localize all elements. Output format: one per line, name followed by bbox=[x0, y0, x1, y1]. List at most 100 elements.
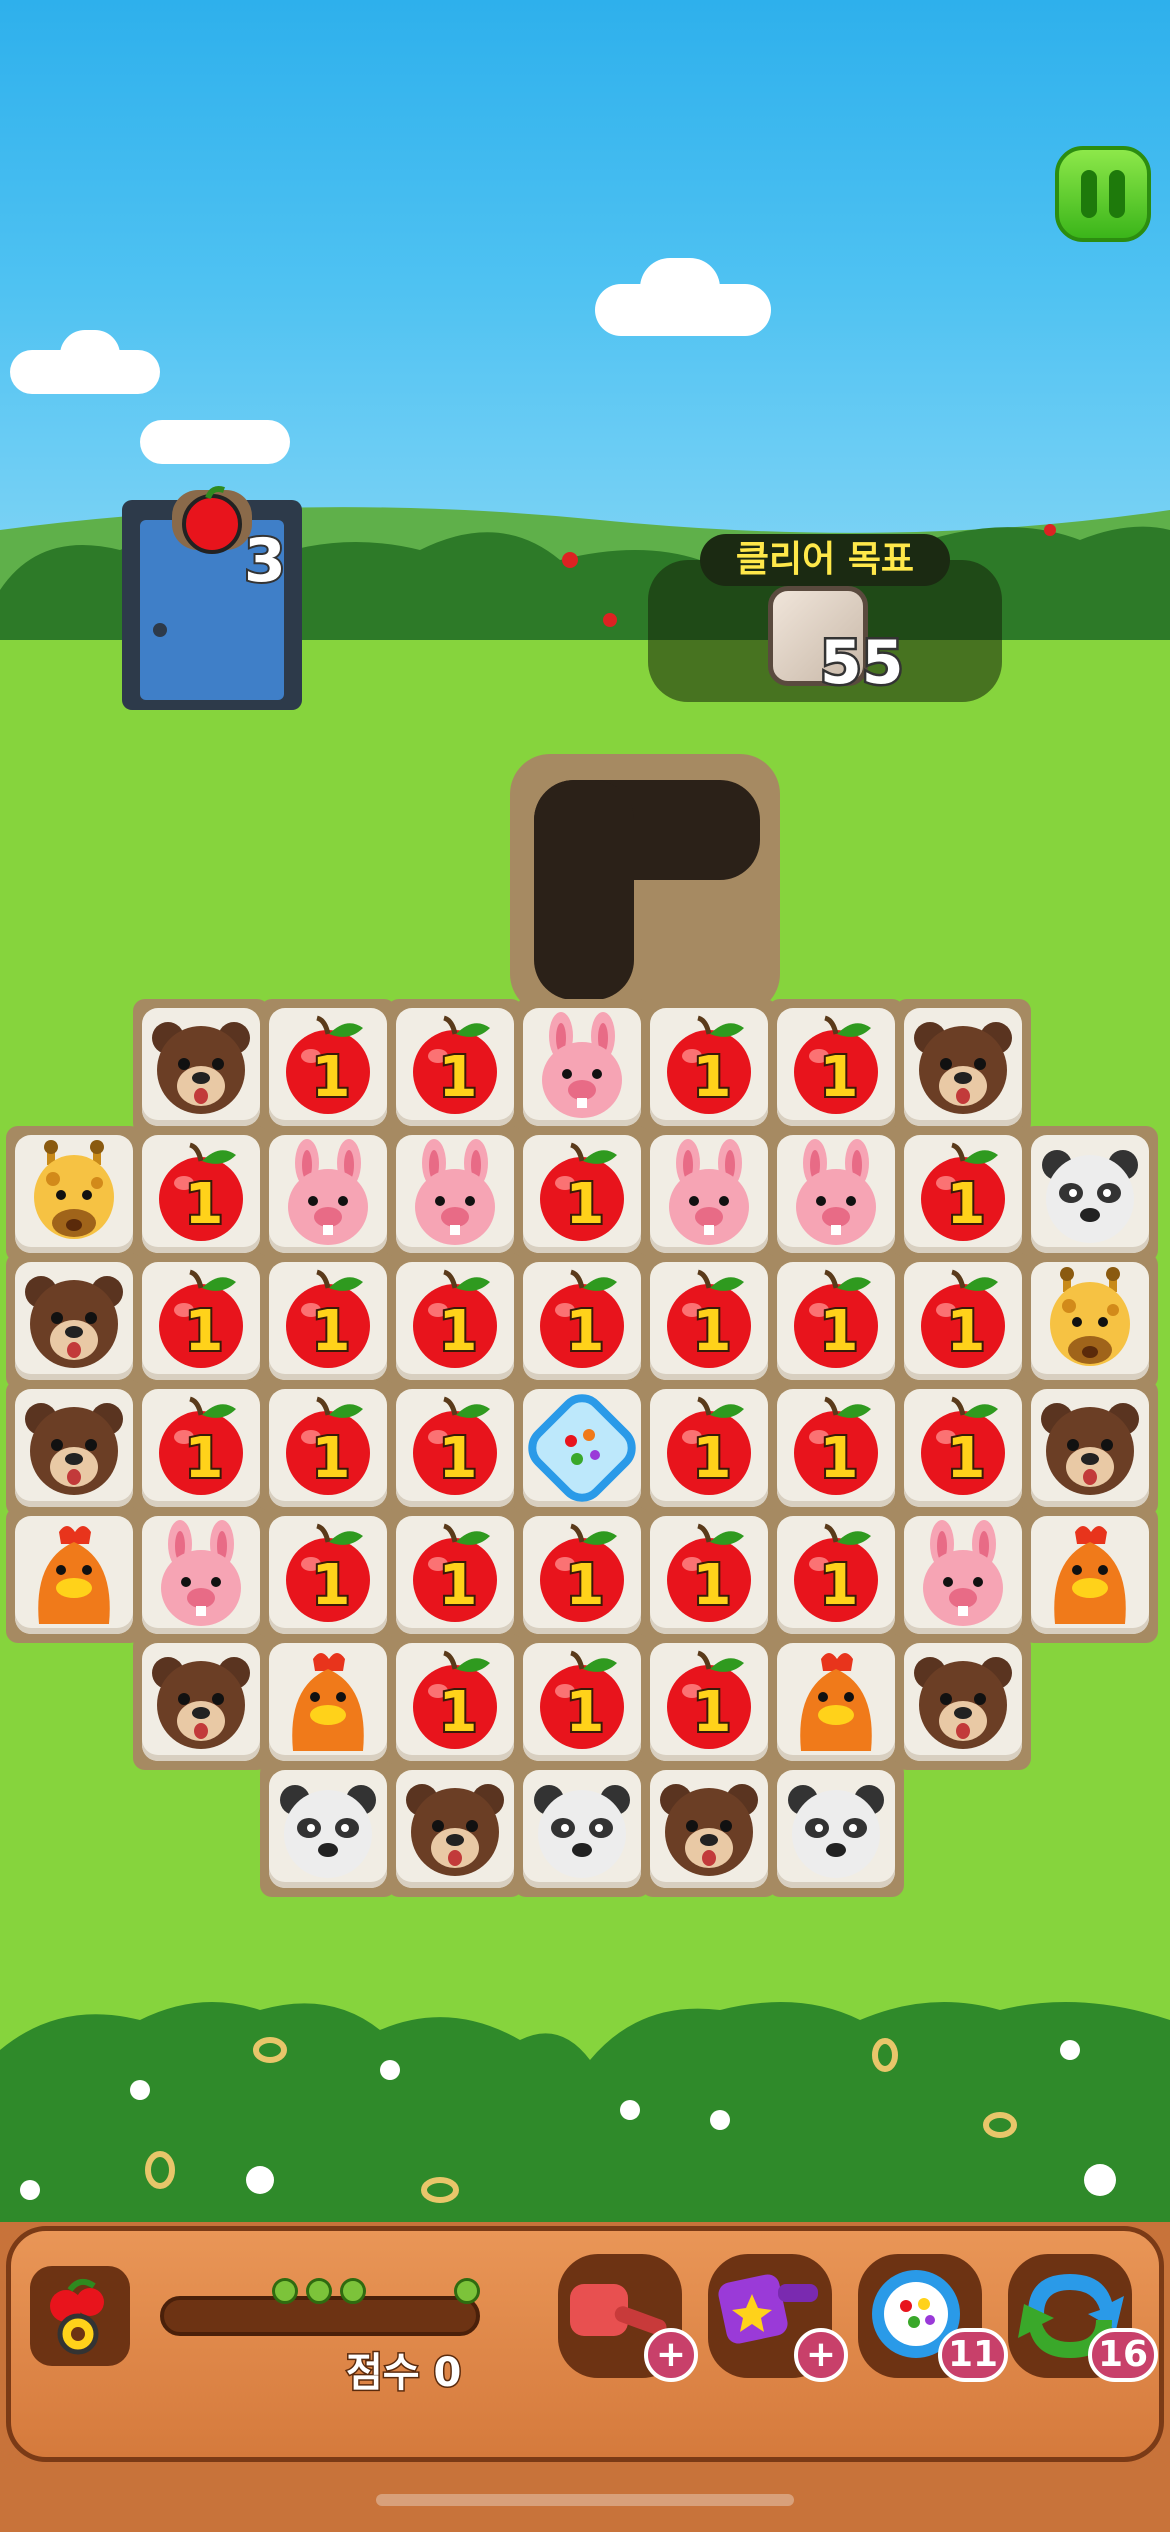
apple-number-label: 1 bbox=[693, 1045, 732, 1110]
panda-tile[interactable] bbox=[777, 1770, 895, 1888]
apple-tile[interactable]: 1 bbox=[650, 1389, 768, 1507]
apple-tile[interactable]: 1 bbox=[142, 1135, 260, 1253]
chicken-icon bbox=[38, 1526, 110, 1624]
apple-tile[interactable]: 1 bbox=[650, 1262, 768, 1380]
magic-hammer-button[interactable]: + bbox=[708, 2254, 848, 2382]
bear-tile[interactable] bbox=[15, 1389, 133, 1507]
apple-tile[interactable]: 1 bbox=[904, 1262, 1022, 1380]
bear-icon bbox=[914, 1657, 1012, 1749]
panda-tile[interactable] bbox=[523, 1770, 641, 1888]
apple-icon: 1 bbox=[794, 1015, 878, 1114]
pause-button[interactable] bbox=[1055, 146, 1151, 242]
apple-number-label: 1 bbox=[185, 1172, 224, 1237]
apple-tile[interactable]: 1 bbox=[777, 1516, 895, 1634]
chicken-tile[interactable] bbox=[777, 1643, 895, 1761]
rabbit-tile[interactable] bbox=[523, 1008, 641, 1126]
apple-tile[interactable]: 1 bbox=[269, 1389, 387, 1507]
panda-icon bbox=[280, 1785, 376, 1878]
apple-icon: 1 bbox=[921, 1142, 1005, 1241]
apple-tile[interactable]: 1 bbox=[142, 1262, 260, 1380]
apple-icon: 1 bbox=[667, 1396, 751, 1495]
apple-icon: 1 bbox=[667, 1523, 751, 1622]
fruit-score-icon bbox=[30, 2266, 130, 2366]
chicken-icon bbox=[292, 1653, 364, 1751]
hammer-button[interactable]: + bbox=[558, 2254, 698, 2382]
bear-tile[interactable] bbox=[904, 1643, 1022, 1761]
apple-tile[interactable]: 1 bbox=[523, 1516, 641, 1634]
apple-tile[interactable]: 1 bbox=[269, 1516, 387, 1634]
panda-tile[interactable] bbox=[1031, 1135, 1149, 1253]
clear-goal-count: 55 bbox=[818, 626, 906, 701]
apple-number-label: 1 bbox=[185, 1299, 224, 1364]
apple-tile[interactable]: 1 bbox=[777, 1008, 895, 1126]
apple-tile[interactable]: 1 bbox=[523, 1643, 641, 1761]
apple-icon: 1 bbox=[794, 1523, 878, 1622]
apple-tile[interactable]: 1 bbox=[523, 1262, 641, 1380]
chicken-tile[interactable] bbox=[15, 1516, 133, 1634]
color-bomb-tile[interactable] bbox=[523, 1389, 641, 1507]
apple-tile[interactable]: 1 bbox=[269, 1262, 387, 1380]
home-indicator bbox=[376, 2494, 794, 2506]
apple-tile[interactable]: 1 bbox=[904, 1135, 1022, 1253]
bear-tile[interactable] bbox=[650, 1770, 768, 1888]
shuffle-button[interactable]: 16 bbox=[1008, 2254, 1159, 2382]
apple-tile[interactable]: 1 bbox=[396, 1389, 514, 1507]
rabbit-icon bbox=[288, 1139, 368, 1245]
bear-icon bbox=[152, 1657, 250, 1749]
chicken-icon bbox=[1054, 1526, 1126, 1624]
rabbit-tile[interactable] bbox=[650, 1135, 768, 1253]
apple-number-label: 1 bbox=[439, 1680, 478, 1745]
pause-icon bbox=[1081, 170, 1097, 218]
apple-icon: 1 bbox=[159, 1269, 243, 1368]
bear-tile[interactable] bbox=[15, 1262, 133, 1380]
bear-tile[interactable] bbox=[904, 1008, 1022, 1126]
rabbit-tile[interactable] bbox=[777, 1135, 895, 1253]
apple-number-label: 1 bbox=[693, 1299, 732, 1364]
bear-tile[interactable] bbox=[142, 1643, 260, 1761]
apple-number-label: 1 bbox=[820, 1426, 859, 1491]
giraffe-tile[interactable] bbox=[1031, 1262, 1149, 1380]
panda-icon bbox=[788, 1785, 884, 1878]
apple-number-label: 1 bbox=[312, 1553, 351, 1618]
bear-icon bbox=[152, 1022, 250, 1114]
cloud bbox=[140, 420, 290, 464]
panda-icon bbox=[1042, 1150, 1138, 1243]
apple-tile[interactable]: 1 bbox=[396, 1262, 514, 1380]
clear-goal-title: 클리어 목표 bbox=[700, 534, 950, 586]
rabbit-icon bbox=[923, 1520, 1003, 1626]
apple-tile[interactable]: 1 bbox=[396, 1516, 514, 1634]
apple-icon: 1 bbox=[286, 1396, 370, 1495]
apple-tile[interactable]: 1 bbox=[904, 1389, 1022, 1507]
apple-tile[interactable]: 1 bbox=[396, 1008, 514, 1126]
giraffe-tile[interactable] bbox=[15, 1135, 133, 1253]
bear-tile[interactable] bbox=[396, 1770, 514, 1888]
rabbit-tile[interactable] bbox=[396, 1135, 514, 1253]
apple-number-label: 1 bbox=[439, 1045, 478, 1110]
cloud bbox=[60, 330, 120, 380]
apple-tile[interactable]: 1 bbox=[523, 1135, 641, 1253]
rabbit-tile[interactable] bbox=[269, 1135, 387, 1253]
color-bomb-button[interactable]: 11 bbox=[858, 2254, 1009, 2382]
bear-tile[interactable] bbox=[142, 1008, 260, 1126]
moves-left-counter: 3 bbox=[242, 524, 288, 598]
apple-tile[interactable]: 1 bbox=[269, 1008, 387, 1126]
apple-number-label: 1 bbox=[693, 1553, 732, 1618]
rabbit-tile[interactable] bbox=[142, 1516, 260, 1634]
apple-tile[interactable]: 1 bbox=[650, 1008, 768, 1126]
apple-tile[interactable]: 1 bbox=[650, 1516, 768, 1634]
chicken-tile[interactable] bbox=[269, 1643, 387, 1761]
score-label: 점수 0 bbox=[344, 2349, 462, 2398]
apple-tile[interactable]: 1 bbox=[650, 1643, 768, 1761]
apple-tile[interactable]: 1 bbox=[777, 1389, 895, 1507]
apple-tile[interactable]: 1 bbox=[777, 1262, 895, 1380]
rabbit-tile[interactable] bbox=[904, 1516, 1022, 1634]
apple-tile[interactable]: 1 bbox=[396, 1643, 514, 1761]
apple-icon: 1 bbox=[159, 1396, 243, 1495]
apple-icon: 1 bbox=[286, 1015, 370, 1114]
moves-door-icon bbox=[122, 486, 302, 710]
apple-number-label: 1 bbox=[439, 1299, 478, 1364]
apple-tile[interactable]: 1 bbox=[142, 1389, 260, 1507]
chicken-tile[interactable] bbox=[1031, 1516, 1149, 1634]
panda-tile[interactable] bbox=[269, 1770, 387, 1888]
bear-tile[interactable] bbox=[1031, 1389, 1149, 1507]
